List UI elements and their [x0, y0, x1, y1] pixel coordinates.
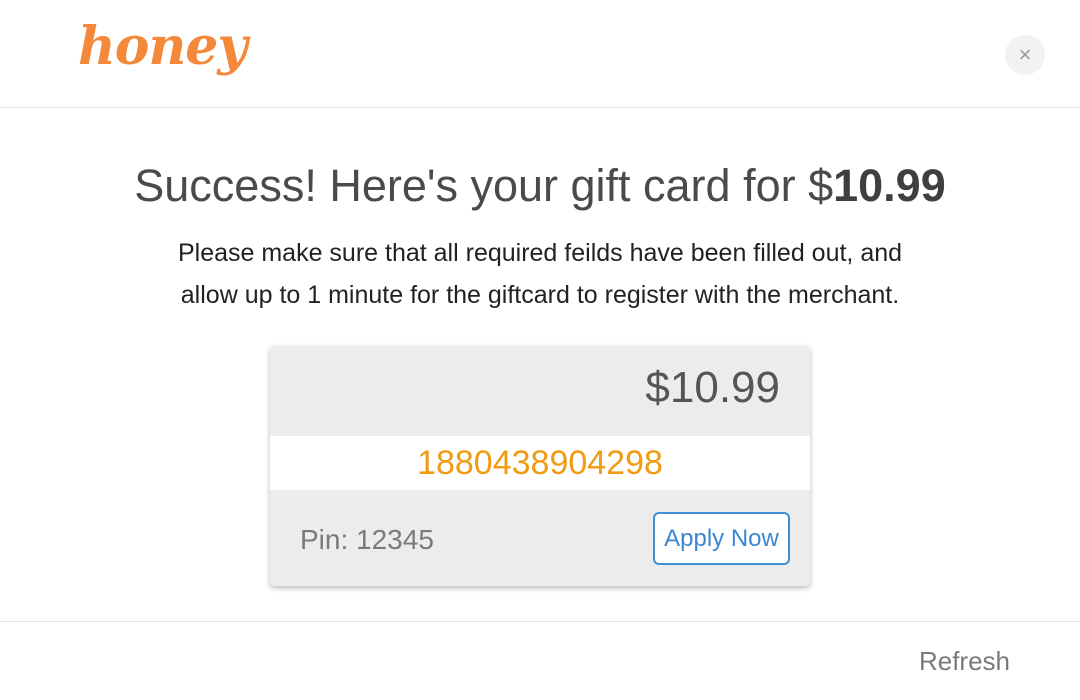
page-title: Success! Here's your gift card for $10.9… [0, 158, 1080, 214]
title-prefix: Success! Here's your gift card for $ [134, 160, 834, 211]
gift-card-pin: Pin: 12345 [300, 524, 434, 555]
close-button[interactable]: × [1005, 35, 1045, 75]
instructions-line-1: Please make sure that all required feild… [177, 239, 903, 267]
title-amount: 10.99 [833, 160, 946, 211]
footer-divider [0, 621, 1080, 622]
close-icon: × [1018, 42, 1032, 67]
instructions-text: Please make sure that all required feild… [0, 232, 1080, 316]
gift-card-code: 1880438904298 [417, 444, 663, 482]
honey-logo: honey [78, 16, 248, 77]
instructions-line-2: allow up to 1 minute for the giftcard to… [180, 281, 900, 309]
header: honey × [0, 0, 1080, 108]
gift-card-code-band: 1880438904298 [270, 436, 810, 490]
apply-now-button[interactable]: Apply Now [653, 512, 790, 565]
gift-card: $10.99 1880438904298 Pin: 12345 Apply No… [270, 346, 810, 586]
refresh-link[interactable]: Refresh [919, 642, 1010, 680]
gift-card-amount: $10.99 [645, 363, 780, 412]
